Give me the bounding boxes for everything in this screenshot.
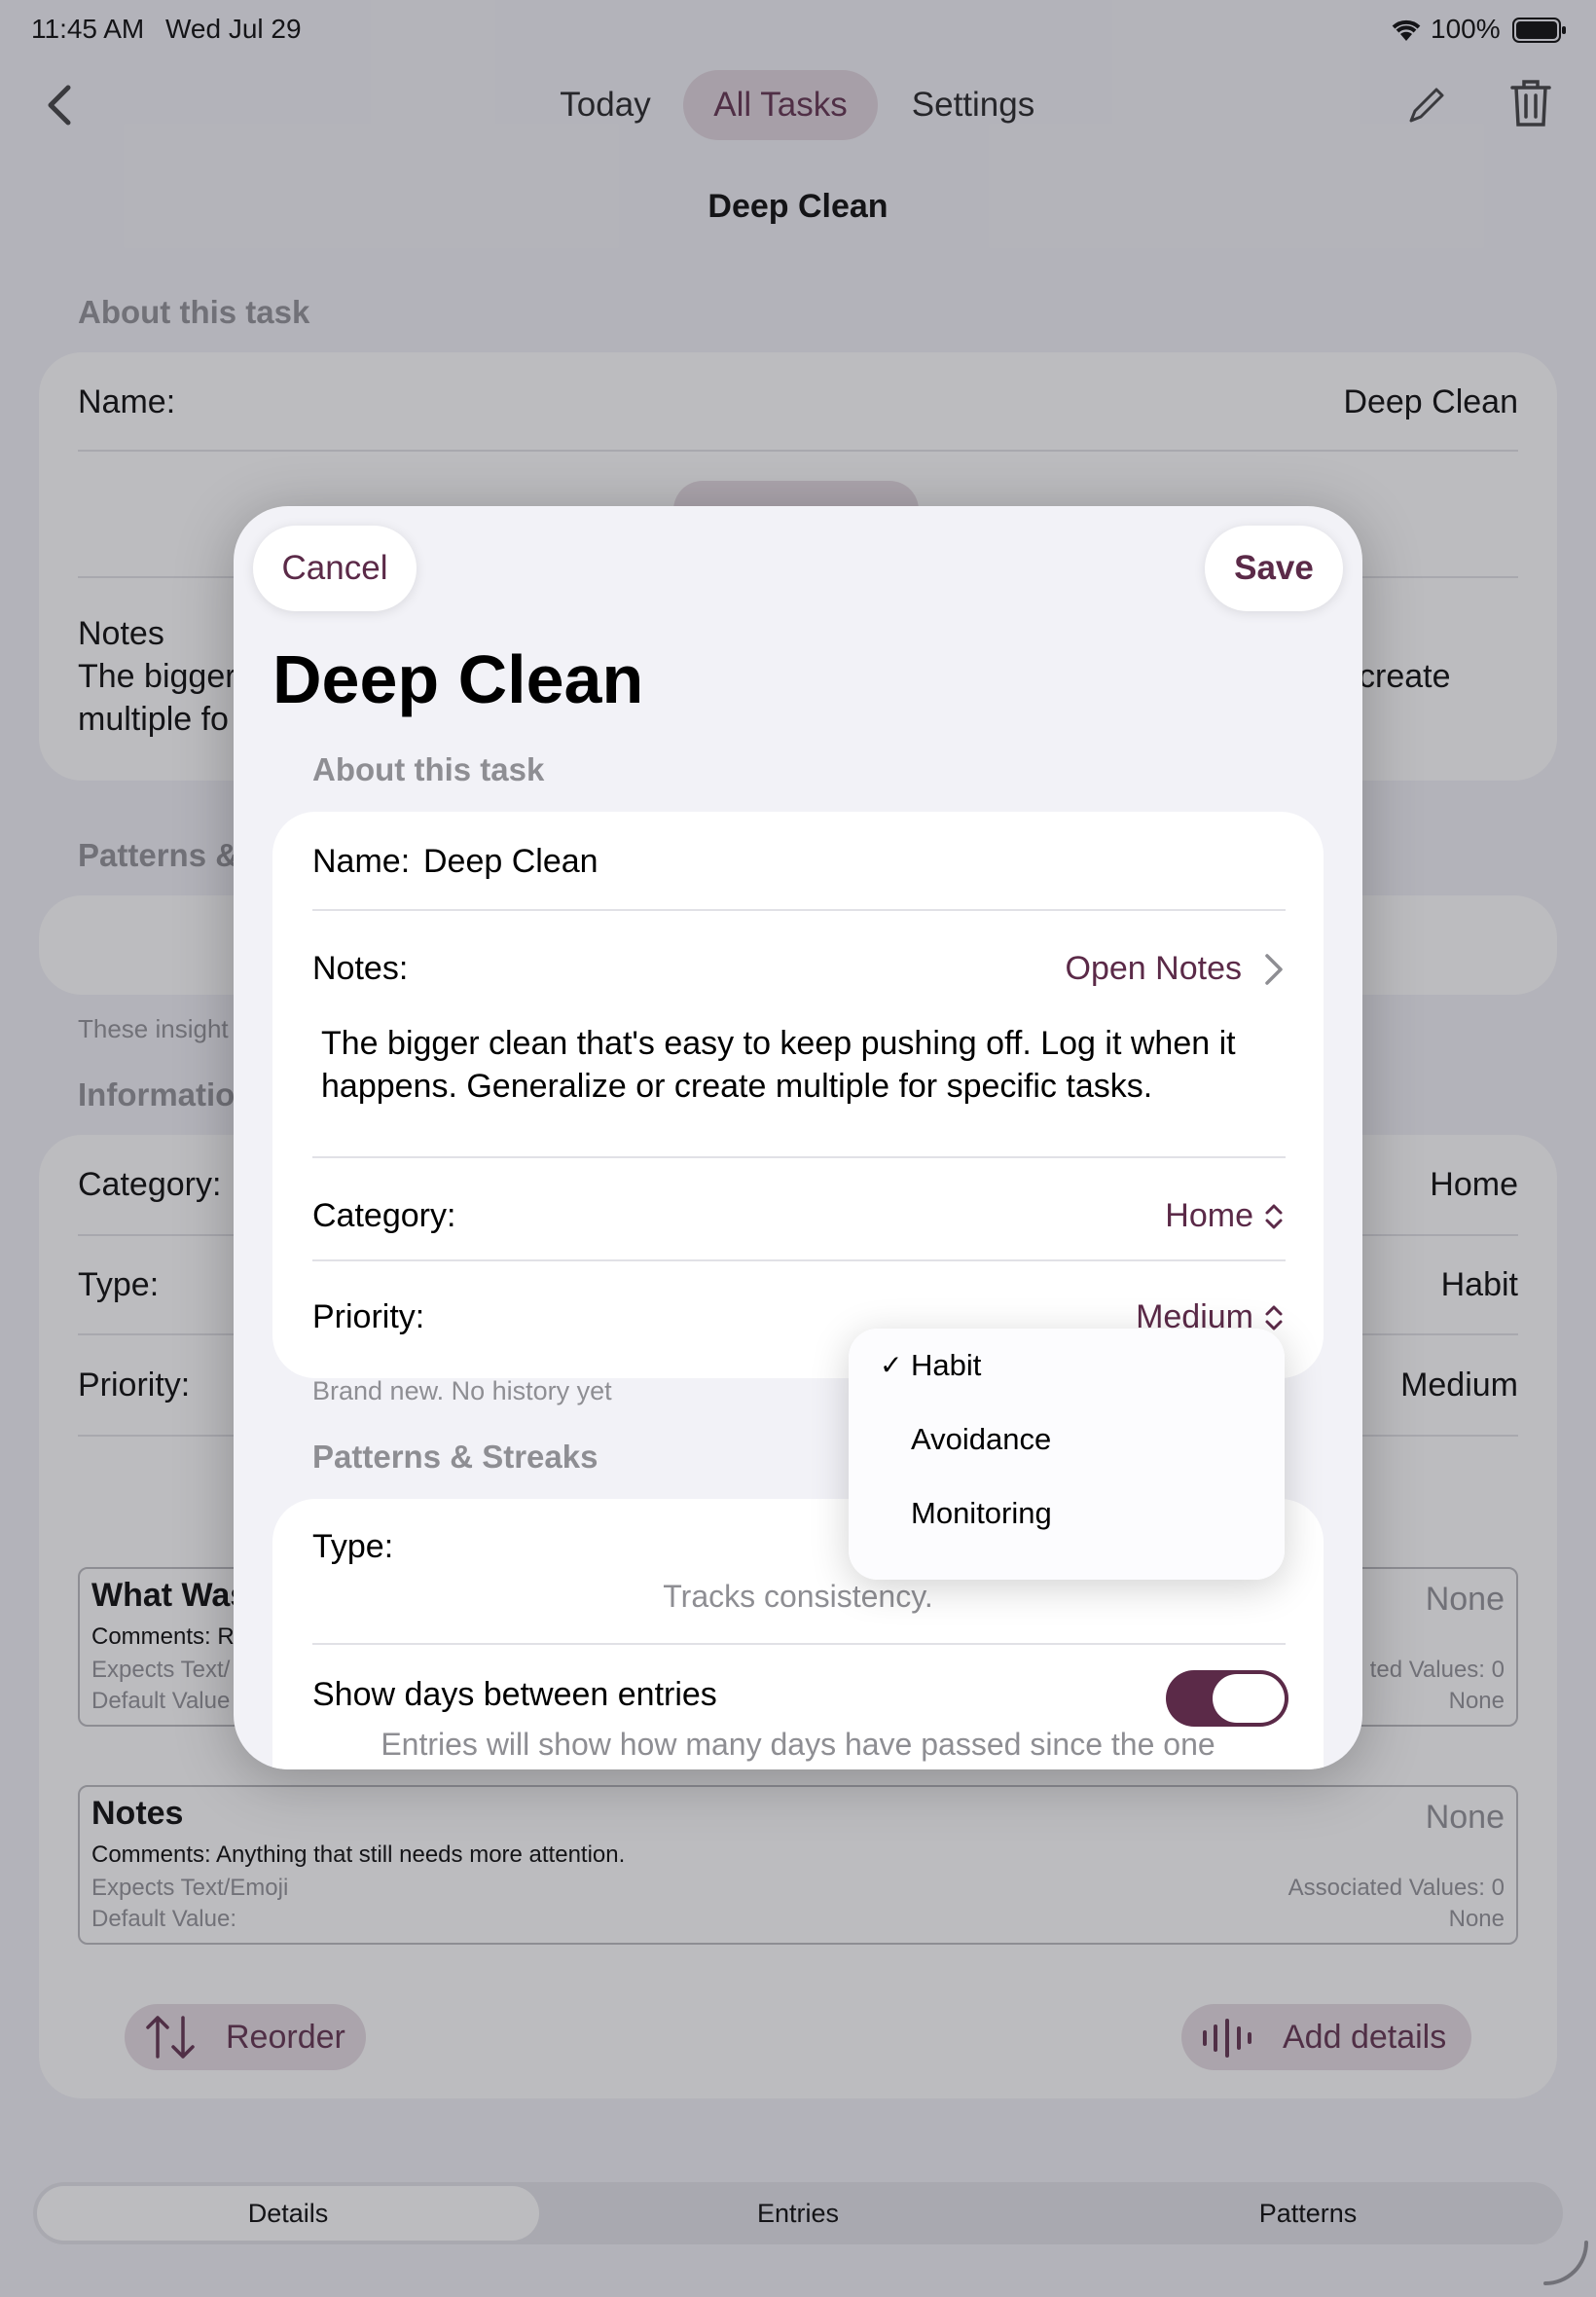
toggle-knob (1213, 1674, 1285, 1723)
type-label: Type: (312, 1528, 394, 1565)
notes-label: Notes: (312, 950, 409, 987)
about-card: Name: Deep Clean Notes: Open Notes The b… (272, 812, 1324, 1378)
chevron-right-icon[interactable] (1263, 952, 1285, 992)
menu-item-label: Monitoring (911, 1496, 1052, 1530)
history-hint: Brand new. No history yet (312, 1376, 612, 1405)
name-input[interactable]: Deep Clean (423, 843, 598, 881)
divider (312, 909, 1286, 911)
menu-item-habit[interactable]: ✓ Habit (849, 1329, 1285, 1402)
save-button[interactable]: Save (1205, 526, 1343, 611)
divider (312, 1259, 1286, 1261)
menu-item-avoidance[interactable]: Avoidance (849, 1403, 1285, 1476)
divider (312, 1156, 1286, 1158)
cancel-button[interactable]: Cancel (253, 526, 417, 611)
checkmark-icon: ✓ (880, 1350, 903, 1380)
about-section-header: About this task (312, 751, 545, 787)
up-down-chevron-icon[interactable] (1263, 1201, 1285, 1237)
show-days-toggle[interactable] (1166, 1670, 1288, 1727)
category-label: Category: (312, 1197, 456, 1234)
divider (312, 1643, 1286, 1645)
type-hint: Tracks consistency. (663, 1579, 933, 1614)
sheet-title: Deep Clean (272, 641, 644, 717)
edit-task-sheet: Cancel Save Deep Clean About this task N… (234, 506, 1362, 1769)
show-days-label: Show days between entries (312, 1676, 717, 1713)
name-label: Name: (312, 843, 411, 880)
category-picker[interactable]: Home (1165, 1197, 1253, 1235)
patterns-section-header: Patterns & Streaks (312, 1439, 598, 1475)
notes-text[interactable]: The bigger clean that's easy to keep pus… (321, 1022, 1285, 1108)
type-menu: ✓ Habit Avoidance Monitoring (849, 1329, 1285, 1580)
show-days-hint: Entries will show how many days have pas… (381, 1727, 1215, 1762)
priority-label: Priority: (312, 1298, 425, 1335)
menu-item-label: Avoidance (911, 1422, 1052, 1456)
menu-item-monitoring[interactable]: Monitoring (849, 1477, 1285, 1550)
open-notes-link[interactable]: Open Notes (1066, 950, 1242, 988)
menu-item-label: Habit (911, 1348, 982, 1382)
